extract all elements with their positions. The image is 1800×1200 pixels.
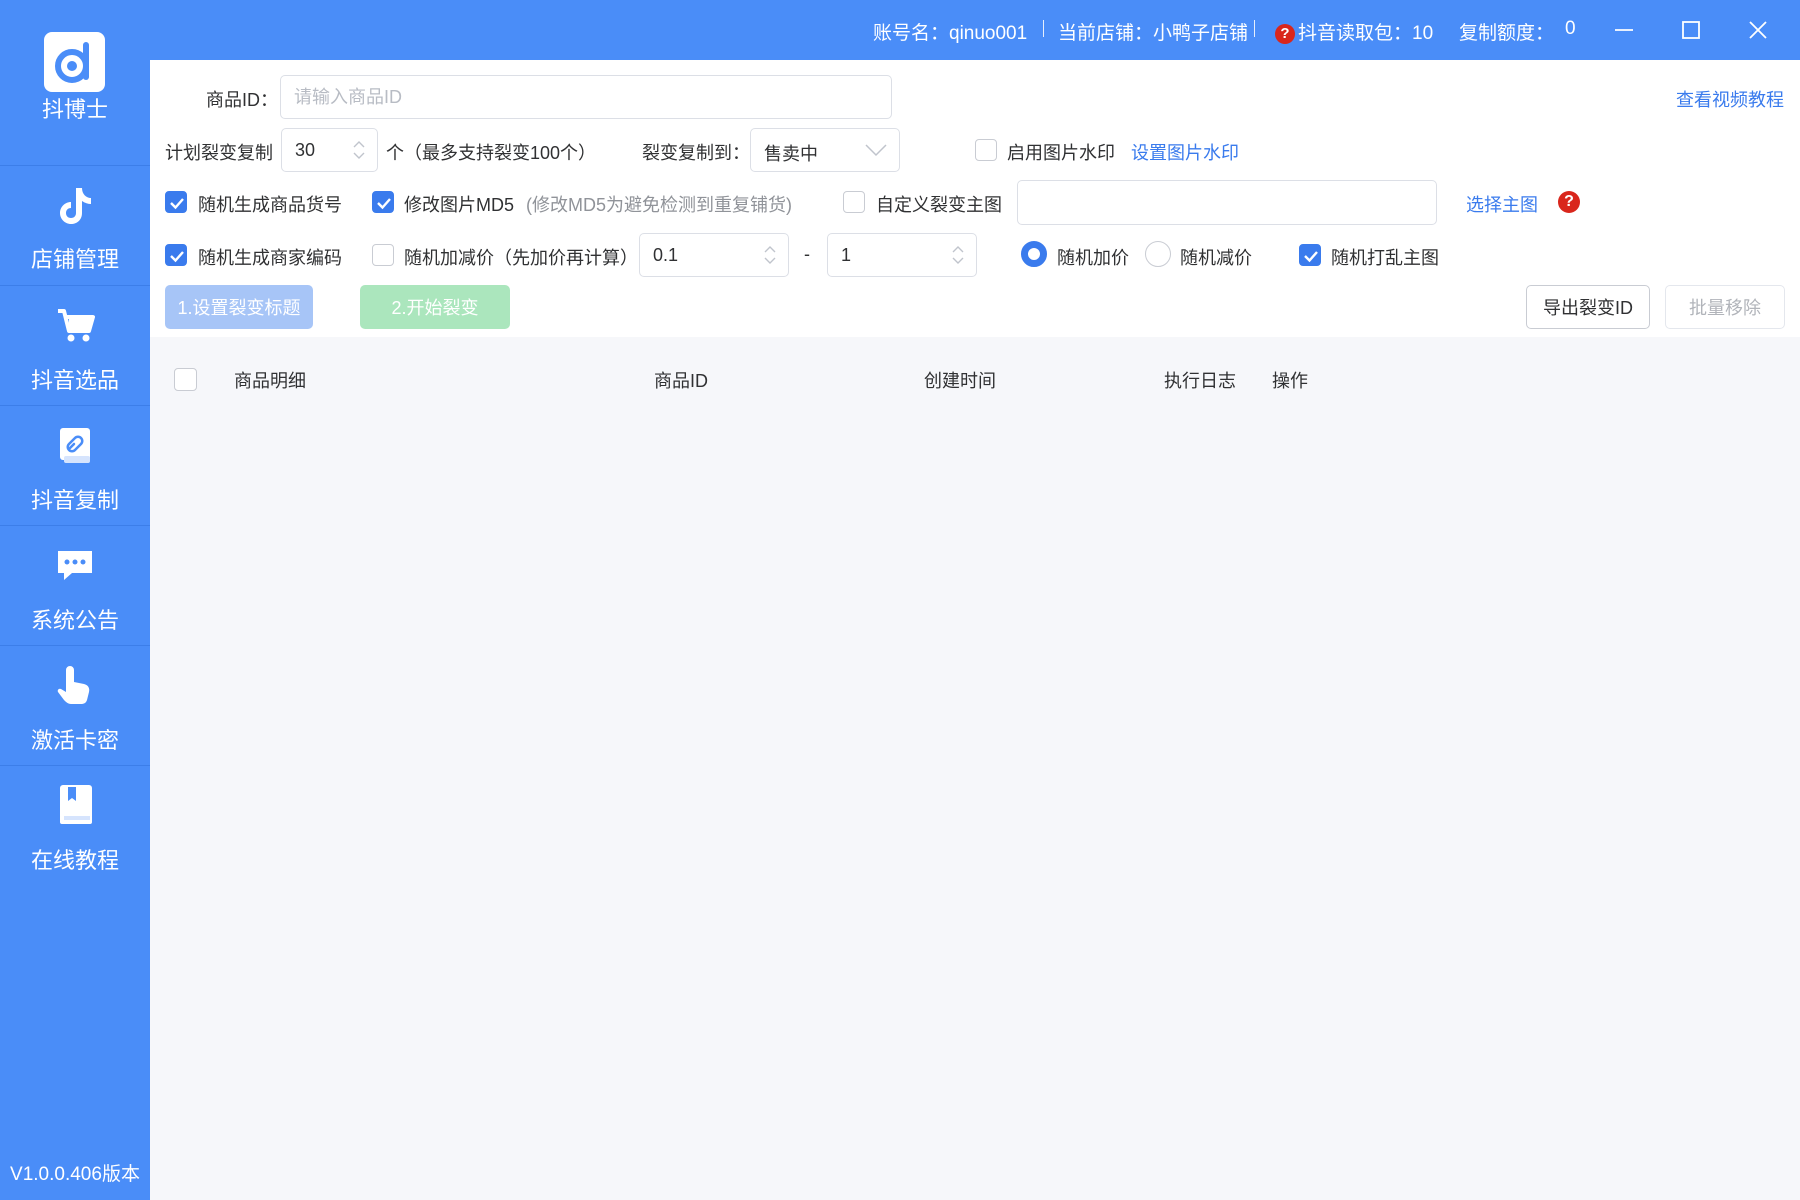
divider bbox=[1043, 20, 1044, 37]
sidebar-item-shop-management[interactable]: 店铺管理 bbox=[0, 165, 150, 285]
version-label: V1.0.0.406版本 bbox=[10, 1164, 140, 1185]
column-header: 执行日志 bbox=[1164, 371, 1236, 391]
price-min-stepper[interactable]: 0.1 bbox=[639, 233, 789, 277]
product-id-label: 商品ID： bbox=[206, 90, 278, 110]
app-name: 抖博士 bbox=[41, 97, 108, 122]
random-merchant-code-checkbox[interactable] bbox=[165, 244, 187, 266]
copy-to-select[interactable]: 售卖中 bbox=[750, 128, 900, 172]
sidebar-item-label: 激活卡密 bbox=[30, 728, 119, 753]
select-all-checkbox[interactable] bbox=[174, 368, 197, 391]
random-price-adjust-label: 随机加减价（先加价再计算） bbox=[404, 248, 638, 268]
checkmark-icon bbox=[377, 198, 391, 210]
read-packs: ? 抖音读取包：10 bbox=[1275, 18, 1433, 45]
product-id-input[interactable] bbox=[281, 76, 891, 118]
maximize-button[interactable] bbox=[1676, 15, 1706, 45]
price-range-dash: - bbox=[804, 244, 810, 264]
plan-count-label: 计划裂变复制 bbox=[165, 143, 273, 163]
sidebar-item-label: 店铺管理 bbox=[30, 247, 119, 272]
spinner-arrows-icon[interactable] bbox=[950, 243, 966, 267]
modify-md5-label: 修改图片MD5 bbox=[404, 195, 515, 215]
current-store: 当前店铺：小鸭子店铺 bbox=[1058, 23, 1249, 44]
product-table: 商品明细 商品ID 创建时间 执行日志 操作 bbox=[150, 337, 1800, 1200]
random-merchant-code-label: 随机生成商家编码 bbox=[198, 248, 342, 268]
minimize-icon bbox=[1615, 29, 1633, 31]
random-goods-no-label: 随机生成商品货号 bbox=[198, 195, 342, 215]
spinner-arrows-icon[interactable] bbox=[351, 138, 367, 162]
export-ids-button[interactable]: 导出裂变ID bbox=[1526, 285, 1650, 329]
random-goods-no-checkbox[interactable] bbox=[165, 191, 187, 213]
random-decrease-label: 随机减价 bbox=[1180, 248, 1252, 268]
sidebar-item-label: 系统公告 bbox=[30, 608, 119, 633]
custom-main-image-label: 自定义裂变主图 bbox=[876, 195, 1002, 215]
account-name: 账号名：qinuo001 bbox=[873, 23, 1028, 44]
shuffle-main-image-label: 随机打乱主图 bbox=[1331, 248, 1439, 268]
copy-to-label: 裂变复制到： bbox=[642, 143, 750, 163]
watermark-label: 启用图片水印 bbox=[1007, 143, 1115, 163]
sidebar-item-label: 抖音复制 bbox=[30, 488, 119, 513]
copy-quota-label: 复制额度： bbox=[1459, 23, 1555, 44]
modify-md5-checkbox[interactable] bbox=[372, 191, 394, 213]
hand-pointer-icon bbox=[57, 666, 90, 704]
column-header: 操作 bbox=[1272, 371, 1308, 391]
sidebar-item-activate-card[interactable]: 激活卡密 bbox=[0, 645, 150, 765]
logo-d-icon bbox=[55, 42, 89, 83]
copy-quota-value: 0 bbox=[1565, 18, 1576, 39]
minimize-button[interactable] bbox=[1609, 15, 1639, 45]
checkmark-icon bbox=[170, 251, 184, 263]
cart-icon bbox=[58, 309, 95, 342]
book-icon bbox=[60, 785, 92, 824]
sidebar-item-announcement[interactable]: 系统公告 bbox=[0, 525, 150, 645]
choose-main-image-link[interactable]: 选择主图 bbox=[1466, 191, 1538, 217]
set-watermark-link[interactable]: 设置图片水印 bbox=[1131, 139, 1239, 165]
app-logo bbox=[44, 32, 105, 92]
message-icon bbox=[58, 551, 92, 580]
plan-count-stepper[interactable]: 30 bbox=[281, 128, 378, 172]
maximize-icon bbox=[1682, 21, 1700, 39]
chevron-down-icon bbox=[865, 144, 887, 157]
random-increase-radio[interactable] bbox=[1021, 241, 1047, 267]
title-bar: 账号名：qinuo001 当前店铺：小鸭子店铺 ? 抖音读取包：10 复制额度： … bbox=[150, 0, 1800, 60]
batch-remove-button[interactable]: 批量移除 bbox=[1665, 285, 1785, 329]
price-min-value: 0.1 bbox=[653, 245, 679, 265]
modify-md5-hint: (修改MD5为避免检测到重复铺货) bbox=[526, 195, 792, 215]
shuffle-main-image-checkbox[interactable] bbox=[1299, 244, 1321, 266]
checkmark-icon bbox=[170, 198, 184, 210]
checkmark-icon bbox=[1304, 251, 1318, 263]
close-button[interactable] bbox=[1743, 15, 1773, 45]
custom-main-image-checkbox[interactable] bbox=[843, 191, 865, 213]
sidebar-item-label: 抖音选品 bbox=[30, 368, 119, 393]
plan-count-value: 30 bbox=[295, 140, 316, 160]
column-header: 商品明细 bbox=[234, 371, 306, 391]
link-icon bbox=[60, 428, 90, 463]
question-icon: ? bbox=[1275, 24, 1295, 44]
divider bbox=[1254, 20, 1255, 37]
sidebar-item-douyin-copy[interactable]: 抖音复制 bbox=[0, 405, 150, 525]
column-header: 创建时间 bbox=[924, 371, 996, 391]
watermark-checkbox[interactable] bbox=[975, 139, 997, 161]
spinner-arrows-icon[interactable] bbox=[762, 243, 778, 267]
price-max-stepper[interactable]: 1 bbox=[827, 233, 977, 277]
start-fission-button[interactable]: 2.开始裂变 bbox=[360, 285, 510, 329]
product-id-input-wrapper bbox=[280, 75, 892, 119]
column-header: 商品ID bbox=[654, 371, 708, 391]
plan-count-unit: 个（最多支持裂变100个） bbox=[386, 143, 597, 163]
video-tutorial-link[interactable]: 查看视频教程 bbox=[1676, 86, 1784, 112]
copy-to-selected: 售卖中 bbox=[764, 144, 818, 164]
custom-main-image-input[interactable] bbox=[1017, 180, 1437, 225]
set-titles-button[interactable]: 1.设置裂变标题 bbox=[165, 285, 313, 329]
sidebar-item-label: 在线教程 bbox=[30, 848, 119, 873]
sidebar: 抖博士 店铺管理 抖音选品 抖音复制 系统公告 激活卡密 在线教程 V1.0.0… bbox=[0, 0, 150, 1200]
sidebar-item-online-tutorial[interactable]: 在线教程 bbox=[0, 765, 150, 885]
help-icon[interactable]: ? bbox=[1558, 191, 1580, 213]
tiktok-icon bbox=[60, 188, 91, 224]
random-decrease-radio[interactable] bbox=[1145, 241, 1171, 267]
random-price-adjust-checkbox[interactable] bbox=[372, 244, 394, 266]
sidebar-item-douyin-selection[interactable]: 抖音选品 bbox=[0, 285, 150, 405]
price-max-value: 1 bbox=[841, 245, 852, 265]
close-icon bbox=[1749, 21, 1767, 39]
random-increase-label: 随机加价 bbox=[1057, 248, 1129, 268]
